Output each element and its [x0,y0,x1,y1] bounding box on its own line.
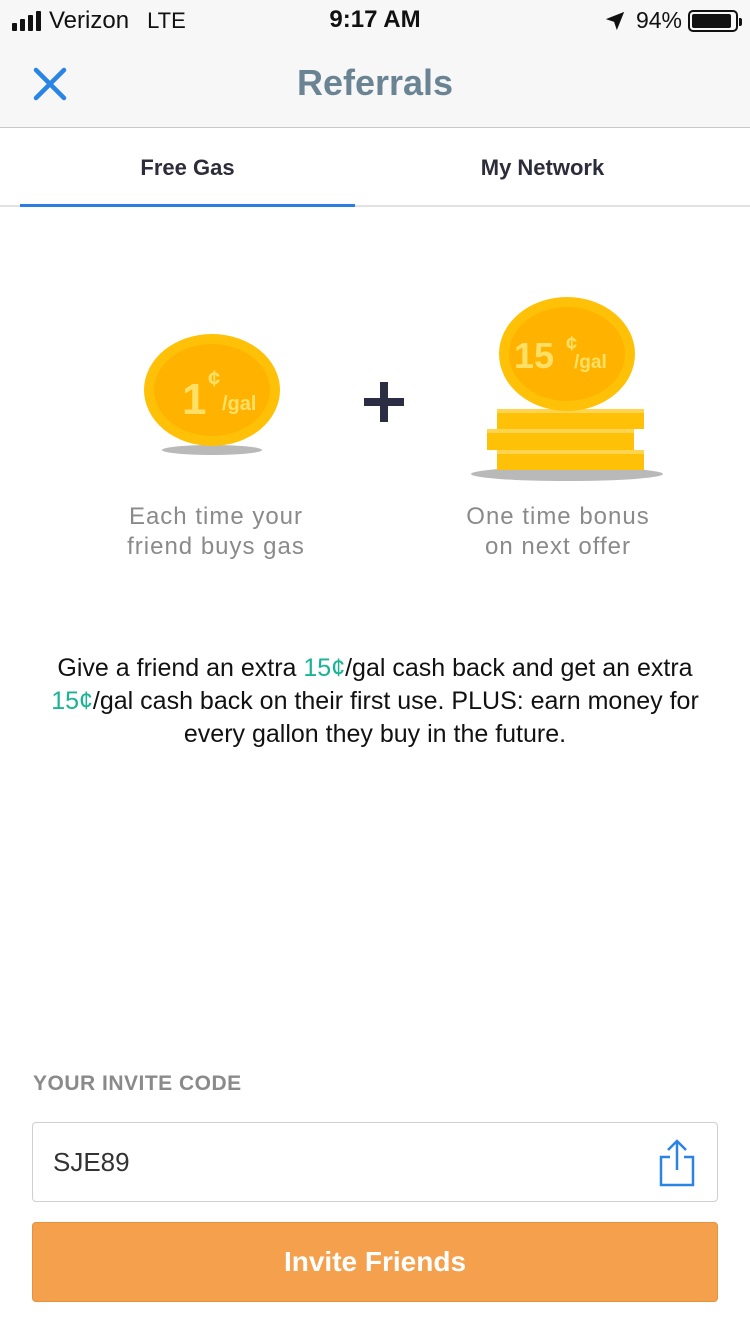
bonus-amount-friend: 15¢ [303,654,346,682]
bonus-amount-self: 15¢ [51,687,93,715]
right-caption: One time bonus on next offer [413,502,703,562]
invite-code-field[interactable]: SJE89 [32,1122,718,1202]
plus-icon [364,382,404,422]
battery-percent: 94% [635,7,682,33]
tab-bar: Free Gas My Network [0,129,750,207]
share-button[interactable] [657,1137,697,1189]
invite-code-label: YOUR INVITE CODE [33,1072,242,1095]
page-title: Referrals [296,62,454,103]
coin-stack-icon: 15 ¢ /gal [471,297,663,481]
right-caption-line2: on next offer [485,533,631,560]
right-coin-unit: /gal [574,352,607,373]
left-caption-line2: friend buys gas [127,533,305,560]
left-coin-amount: 1 [182,375,206,424]
location-arrow-icon [605,11,625,30]
battery-icon [688,9,742,32]
invite-code-value: SJE89 [53,1147,130,1177]
right-coin-amount: 15 [514,335,554,376]
referrals-screen: Verizon LTE 9:17 AM 94% Referrals Free G… [0,0,750,1334]
battery-fill [692,13,732,28]
single-coin-icon: 1 ¢ /gal [144,334,280,455]
invite-friends-button[interactable]: Invite Friends [32,1222,718,1302]
status-right: 94% [604,7,742,34]
left-coin-cent: ¢ [208,366,220,391]
left-caption-line1: Each time your [128,503,304,530]
right-caption-line1: One time bonus [466,503,650,530]
navigation-bar: Referrals [0,40,750,128]
left-caption: Each time your friend buys gas [71,502,361,562]
share-icon [659,1139,695,1187]
referral-description: Give a friend an extra 15¢/gal cash back… [51,654,699,748]
left-coin-unit: /gal [222,393,256,415]
status-bar: Verizon LTE 9:17 AM 94% [0,0,750,40]
tab-my-network[interactable]: My Network [355,129,730,205]
tab-free-gas[interactable]: Free Gas [20,129,355,207]
